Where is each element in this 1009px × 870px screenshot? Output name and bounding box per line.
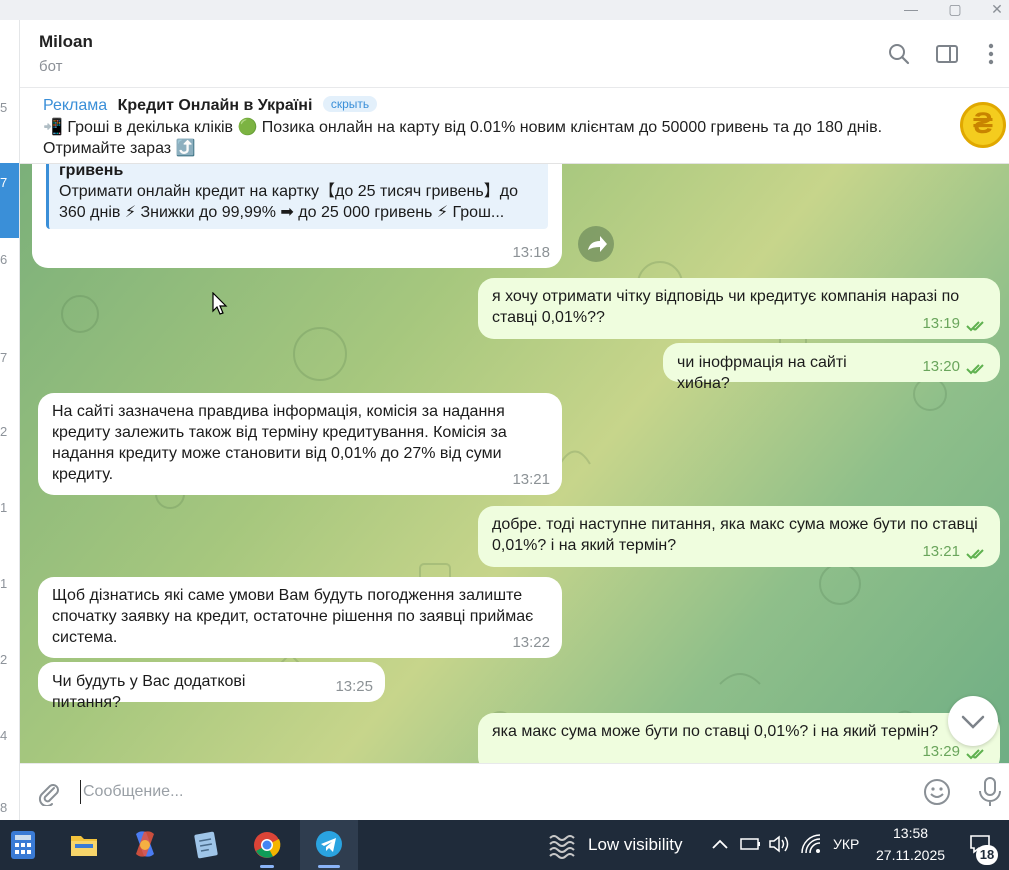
notification-count-badge: 18 [976, 845, 998, 865]
chevron-down-icon [961, 715, 985, 729]
message-time: 13:25 [335, 678, 373, 695]
message-incoming[interactable]: Щоб дізнатись які саме умови Вам будуть … [38, 577, 562, 658]
chat-list-badge: 4 [0, 728, 8, 743]
taskbar-app-notepad[interactable] [183, 820, 229, 870]
message-link-preview[interactable]: гривень Отримати онлайн кредит на картку… [46, 164, 548, 229]
chrome-icon [254, 832, 281, 858]
more-options-icon[interactable] [978, 41, 1004, 67]
read-checkmarks-icon [966, 749, 984, 760]
chat-list-badge: 6 [0, 252, 8, 267]
chat-list-badge: 1 [0, 500, 8, 515]
minimize-button[interactable]: — [897, 0, 925, 20]
chat-list-active-item[interactable]: 7 [0, 163, 19, 238]
chat-header: Miloan бот [20, 20, 1009, 88]
read-checkmarks-icon [966, 549, 984, 560]
ad-tag: Реклама [43, 97, 108, 114]
preview-title: гривень [59, 164, 124, 179]
folder-icon [71, 836, 97, 856]
clock-time[interactable]: 13:58 [893, 825, 928, 841]
attach-icon[interactable] [36, 780, 62, 806]
chat-list-badge: 5 [0, 100, 8, 115]
chat-list-badge: 7 [0, 350, 8, 365]
message-time: 13:18 [512, 244, 550, 261]
message-incoming[interactable]: На сайті зазначена правдива інформація, … [38, 393, 562, 495]
message-time: 13:21 [512, 471, 550, 488]
os-taskbar: Low visibility УКР 13:58 27.11.2025 18 [0, 820, 1009, 870]
window-titlebar: — ▢ ✕ [0, 0, 1009, 20]
taskbar-app-chrome[interactable] [244, 820, 290, 870]
message-time: 13:21 [922, 543, 960, 560]
ad-hide-button[interactable]: скрыть [322, 96, 378, 112]
scroll-to-bottom-button[interactable] [948, 696, 998, 746]
message-outgoing[interactable]: добре. тоді наступне питання, яка макс с… [478, 506, 1000, 567]
weather-status[interactable]: Low visibility [588, 835, 682, 855]
message-time: 13:20 [922, 358, 960, 375]
input-language[interactable]: УКР [833, 836, 859, 852]
ad-logo: ₴ [960, 102, 1006, 148]
chat-subtitle: бот [39, 58, 63, 75]
message-area[interactable]: гривень Отримати онлайн кредит на картку… [20, 164, 1009, 763]
chat-list-badge: 2 [0, 424, 8, 439]
message-input[interactable] [80, 780, 860, 804]
chat-list-badge: 7 [0, 175, 8, 190]
chat-list-badge: 1 [0, 576, 8, 591]
message-text: я хочу отримати чітку відповідь чи креди… [492, 288, 960, 326]
forward-icon [588, 236, 607, 252]
message-outgoing[interactable]: чи інофрмація на сайті хибна? 13:20 [663, 343, 1000, 392]
read-checkmarks-icon [966, 321, 984, 332]
telegram-icon [316, 831, 342, 857]
clock-date[interactable]: 27.11.2025 [876, 847, 945, 863]
message-outgoing[interactable]: яка макс сума може бути по ставці 0,01%?… [478, 713, 1000, 763]
emoji-icon[interactable] [923, 778, 951, 806]
message-text: добре. тоді наступне питання, яка макс с… [492, 516, 978, 554]
message-text: Щоб дізнатись які саме умови Вам будуть … [52, 587, 534, 646]
maximize-button[interactable]: ▢ [941, 0, 969, 20]
ad-title: Кредит Онлайн в Україні [117, 97, 313, 114]
app-active-indicator [318, 865, 340, 868]
message-text: яка макс сума може бути по ставці 0,01%?… [492, 723, 939, 740]
battery-icon[interactable] [740, 836, 762, 852]
mouse-cursor-icon [212, 292, 228, 315]
taskbar-app-copilot[interactable] [122, 820, 168, 870]
preview-text: Отримати онлайн кредит на картку【до 25 т… [59, 183, 518, 221]
notepad-icon [194, 831, 218, 859]
close-button[interactable]: ✕ [983, 0, 1009, 20]
ad-text: 📲 Гроші в декілька кліків 🟢 Позика онлай… [43, 119, 883, 157]
message-outgoing[interactable]: я хочу отримати чітку відповідь чи креди… [478, 278, 1000, 339]
message-time: 13:19 [922, 315, 960, 332]
chat-title[interactable]: Miloan [39, 32, 93, 52]
chat-list-sidebar[interactable]: 5 7 6 7 2 1 1 2 4 8 [0, 20, 20, 820]
taskbar-app-telegram[interactable] [300, 820, 358, 870]
message-incoming[interactable]: Чи будуть у Вас додаткові питання? 13:25 [38, 662, 385, 711]
message-incoming[interactable]: гривень Отримати онлайн кредит на картку… [32, 164, 562, 268]
message-composer [20, 763, 1009, 820]
copilot-icon [136, 831, 154, 857]
weather-fog-icon [549, 835, 575, 859]
message-text: На сайті зазначена правдива інформація, … [52, 403, 507, 483]
forward-button[interactable] [578, 226, 614, 262]
search-icon[interactable] [886, 41, 912, 67]
taskbar-app-calculator[interactable] [0, 820, 46, 870]
sidebar-toggle-icon[interactable] [934, 41, 960, 67]
message-time: 13:22 [512, 634, 550, 651]
calculator-icon [11, 831, 35, 859]
wifi-icon[interactable] [800, 833, 822, 855]
chat-list-badge: 8 [0, 800, 8, 815]
volume-icon[interactable] [768, 834, 790, 854]
taskbar-app-file-explorer[interactable] [61, 820, 107, 870]
microphone-icon[interactable] [976, 776, 1004, 808]
read-checkmarks-icon [966, 364, 984, 375]
sponsored-banner[interactable]: Реклама Кредит Онлайн в Україні скрыть 📲… [20, 88, 1009, 164]
app-running-indicator [260, 865, 274, 868]
chevron-up-icon[interactable] [711, 836, 729, 852]
chat-list-badge: 2 [0, 652, 8, 667]
